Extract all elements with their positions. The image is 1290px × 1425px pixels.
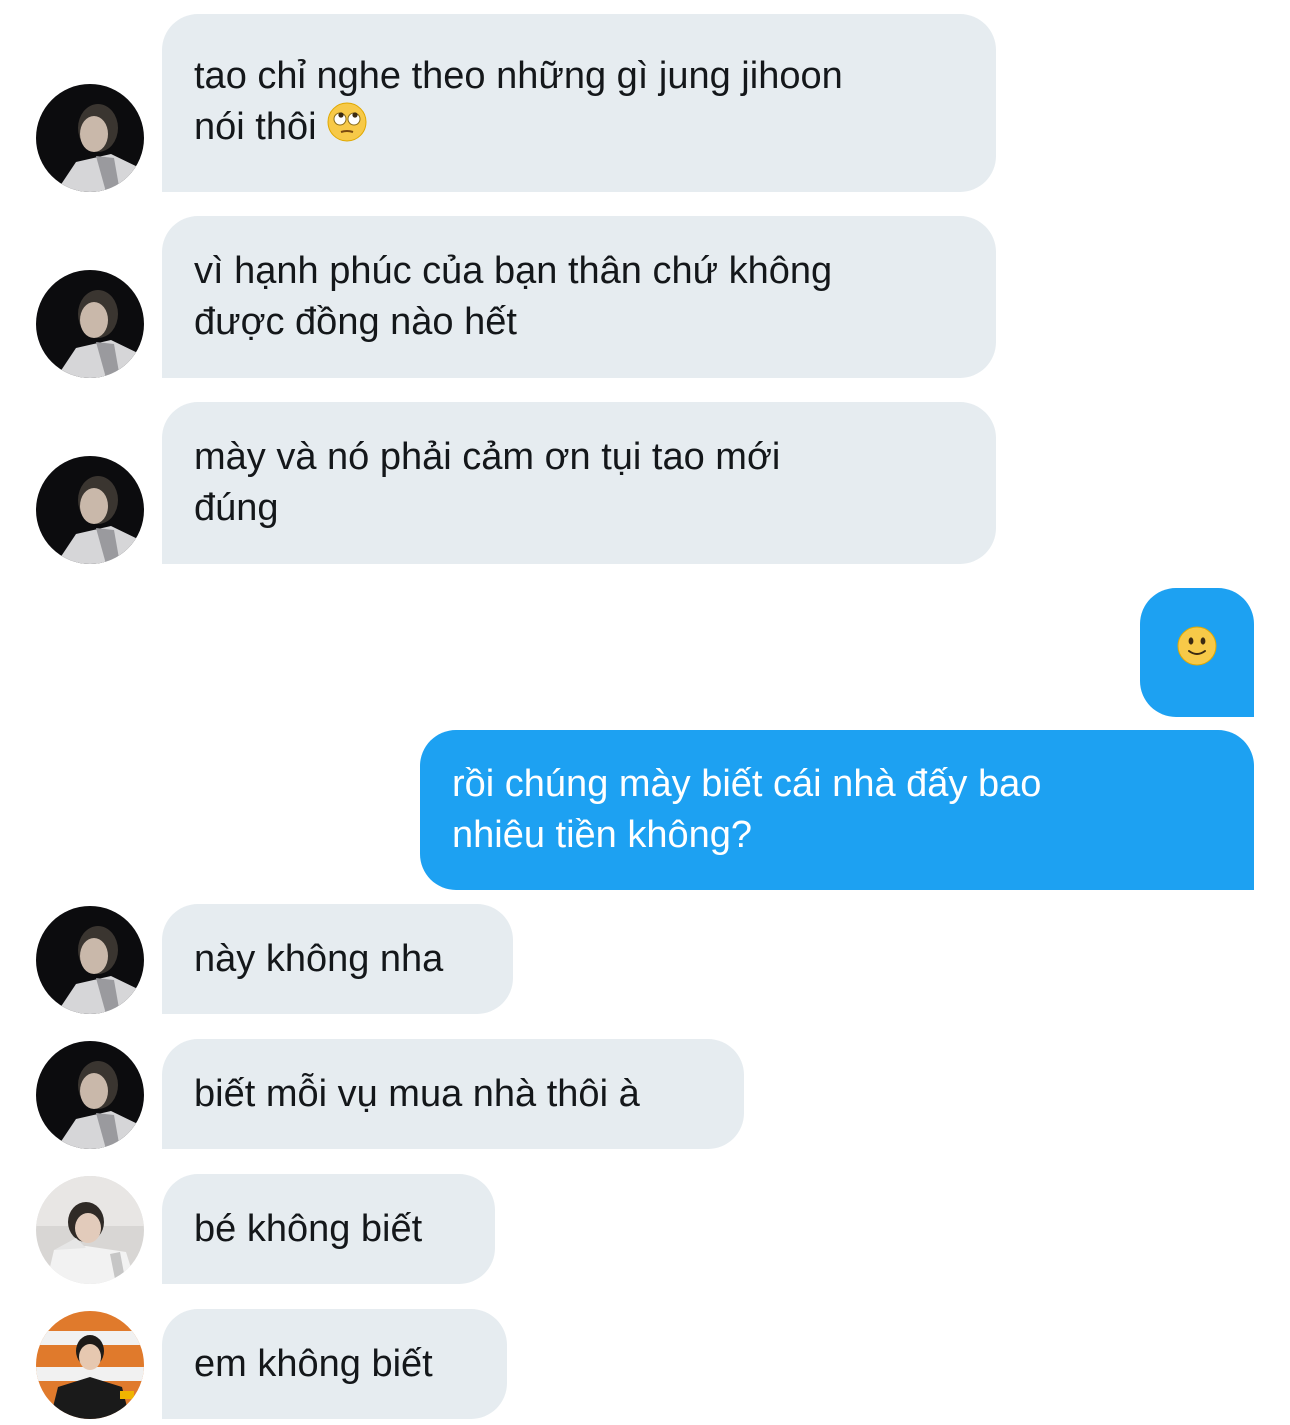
avatar[interactable]: [36, 906, 144, 1014]
chat-bubble[interactable]: em không biết: [162, 1309, 507, 1419]
message-text: mày và nó phải cảm ơn tụi tao mới đúng: [194, 436, 781, 529]
chat-bubble[interactable]: tao chỉ nghe theo những gì jung jihoon n…: [162, 14, 996, 192]
message-text: tao chỉ nghe theo những gì jung jihoon n…: [194, 51, 843, 156]
avatar[interactable]: [36, 84, 144, 192]
message-text: em không biết: [194, 1342, 433, 1385]
chat-bubble[interactable]: vì hạnh phúc của bạn thân chứ không được…: [162, 216, 996, 378]
message-text: vì hạnh phúc của bạn thân chứ không được…: [194, 250, 833, 343]
message-text: này không nha: [194, 937, 444, 980]
chat-bubble[interactable]: bé không biết: [162, 1174, 495, 1284]
message-text: rồi chúng mày biết cái nhà đấy bao nhiêu…: [452, 763, 1042, 856]
avatar[interactable]: [36, 1041, 144, 1149]
avatar[interactable]: [36, 1176, 144, 1284]
avatar[interactable]: [36, 270, 144, 378]
avatar[interactable]: [36, 1311, 144, 1419]
chat-bubble[interactable]: mày và nó phải cảm ơn tụi tao mới đúng: [162, 402, 996, 564]
chat-bubble[interactable]: rồi chúng mày biết cái nhà đấy bao nhiêu…: [420, 730, 1254, 890]
face-with-rolling-eyes-icon: [327, 102, 367, 156]
avatar[interactable]: [36, 456, 144, 564]
chat-bubble[interactable]: [1140, 588, 1254, 717]
chat-bubble[interactable]: này không nha: [162, 904, 513, 1014]
message-text: bé không biết: [194, 1207, 423, 1250]
slightly-smiling-face-icon: [1177, 626, 1217, 680]
chat-bubble[interactable]: biết mỗi vụ mua nhà thôi à: [162, 1039, 744, 1149]
message-text: biết mỗi vụ mua nhà thôi à: [194, 1072, 640, 1115]
